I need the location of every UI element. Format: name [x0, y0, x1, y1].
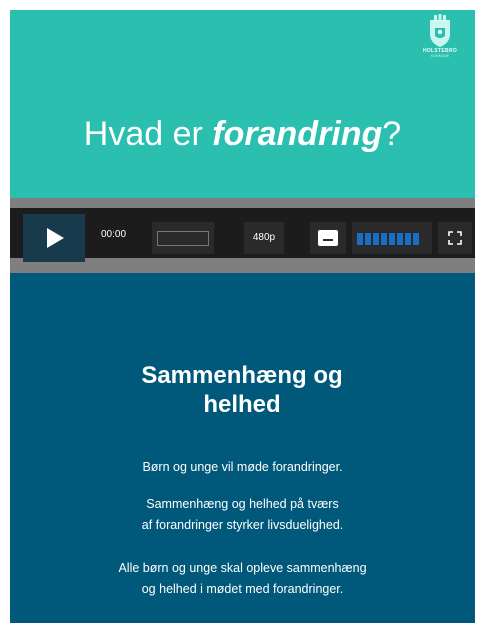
- video-player-controls: 00:00 480p: [10, 198, 475, 273]
- play-button[interactable]: [23, 214, 85, 262]
- volume-segment: [397, 233, 403, 245]
- paragraph-3-line-1: Alle børn og unge skal opleve sammenhæng: [118, 561, 367, 575]
- volume-slider[interactable]: [352, 222, 432, 254]
- volume-segment: [405, 233, 411, 245]
- holstebro-crest-icon: [430, 14, 450, 47]
- heading-line-1: Sammenhæng og: [141, 362, 343, 389]
- captions-icon: [318, 230, 338, 246]
- time-display: 00:00: [101, 229, 127, 240]
- volume-segment: [373, 233, 379, 245]
- quality-button[interactable]: 480p: [244, 222, 284, 254]
- volume-segment: [413, 233, 419, 245]
- volume-segment: [381, 233, 387, 245]
- paragraph-2: Sammenhæng og helhed på tværs af forandr…: [50, 494, 435, 536]
- info-section: Sammenhæng og helhed Børn og unge vil mø…: [10, 273, 475, 623]
- section-heading: Sammenhæng og helhed: [62, 361, 422, 419]
- volume-segment: [389, 233, 395, 245]
- municipality-logo: HOLSTEBRO KOMMUNE: [417, 14, 463, 76]
- paragraph-2-line-2: af forandringer styrker livsduelighed.: [141, 518, 344, 532]
- heading-line-2: helhed: [203, 391, 281, 418]
- volume-segment: [357, 233, 363, 245]
- play-icon: [47, 228, 64, 248]
- paragraph-3: Alle børn og unge skal opleve sammenhæng…: [50, 558, 435, 600]
- logo-subtitle: KOMMUNE: [430, 54, 450, 58]
- title-emphasis: forandring: [212, 115, 383, 153]
- paragraph-3-line-2: og helhed i mødet med forandringer.: [141, 582, 344, 596]
- captions-button[interactable]: [310, 222, 346, 254]
- fullscreen-button[interactable]: [438, 222, 472, 254]
- paragraph-1: Børn og unge vil møde forandringer.: [142, 460, 343, 474]
- volume-level: [357, 232, 421, 250]
- progress-track: [157, 231, 209, 246]
- title-suffix: ?: [382, 115, 402, 153]
- page-title: Hvad er forandring?: [10, 114, 475, 154]
- hero-section: HOLSTEBRO KOMMUNE Hvad er forandring?: [10, 10, 475, 198]
- volume-segment: [365, 233, 371, 245]
- slide-frame: HOLSTEBRO KOMMUNE Hvad er forandring? 00…: [10, 10, 475, 623]
- paragraph-2-line-1: Sammenhæng og helhed på tværs: [146, 497, 339, 511]
- progress-bar[interactable]: [152, 222, 214, 254]
- title-prefix: Hvad er: [83, 115, 213, 153]
- fullscreen-icon: [448, 231, 462, 245]
